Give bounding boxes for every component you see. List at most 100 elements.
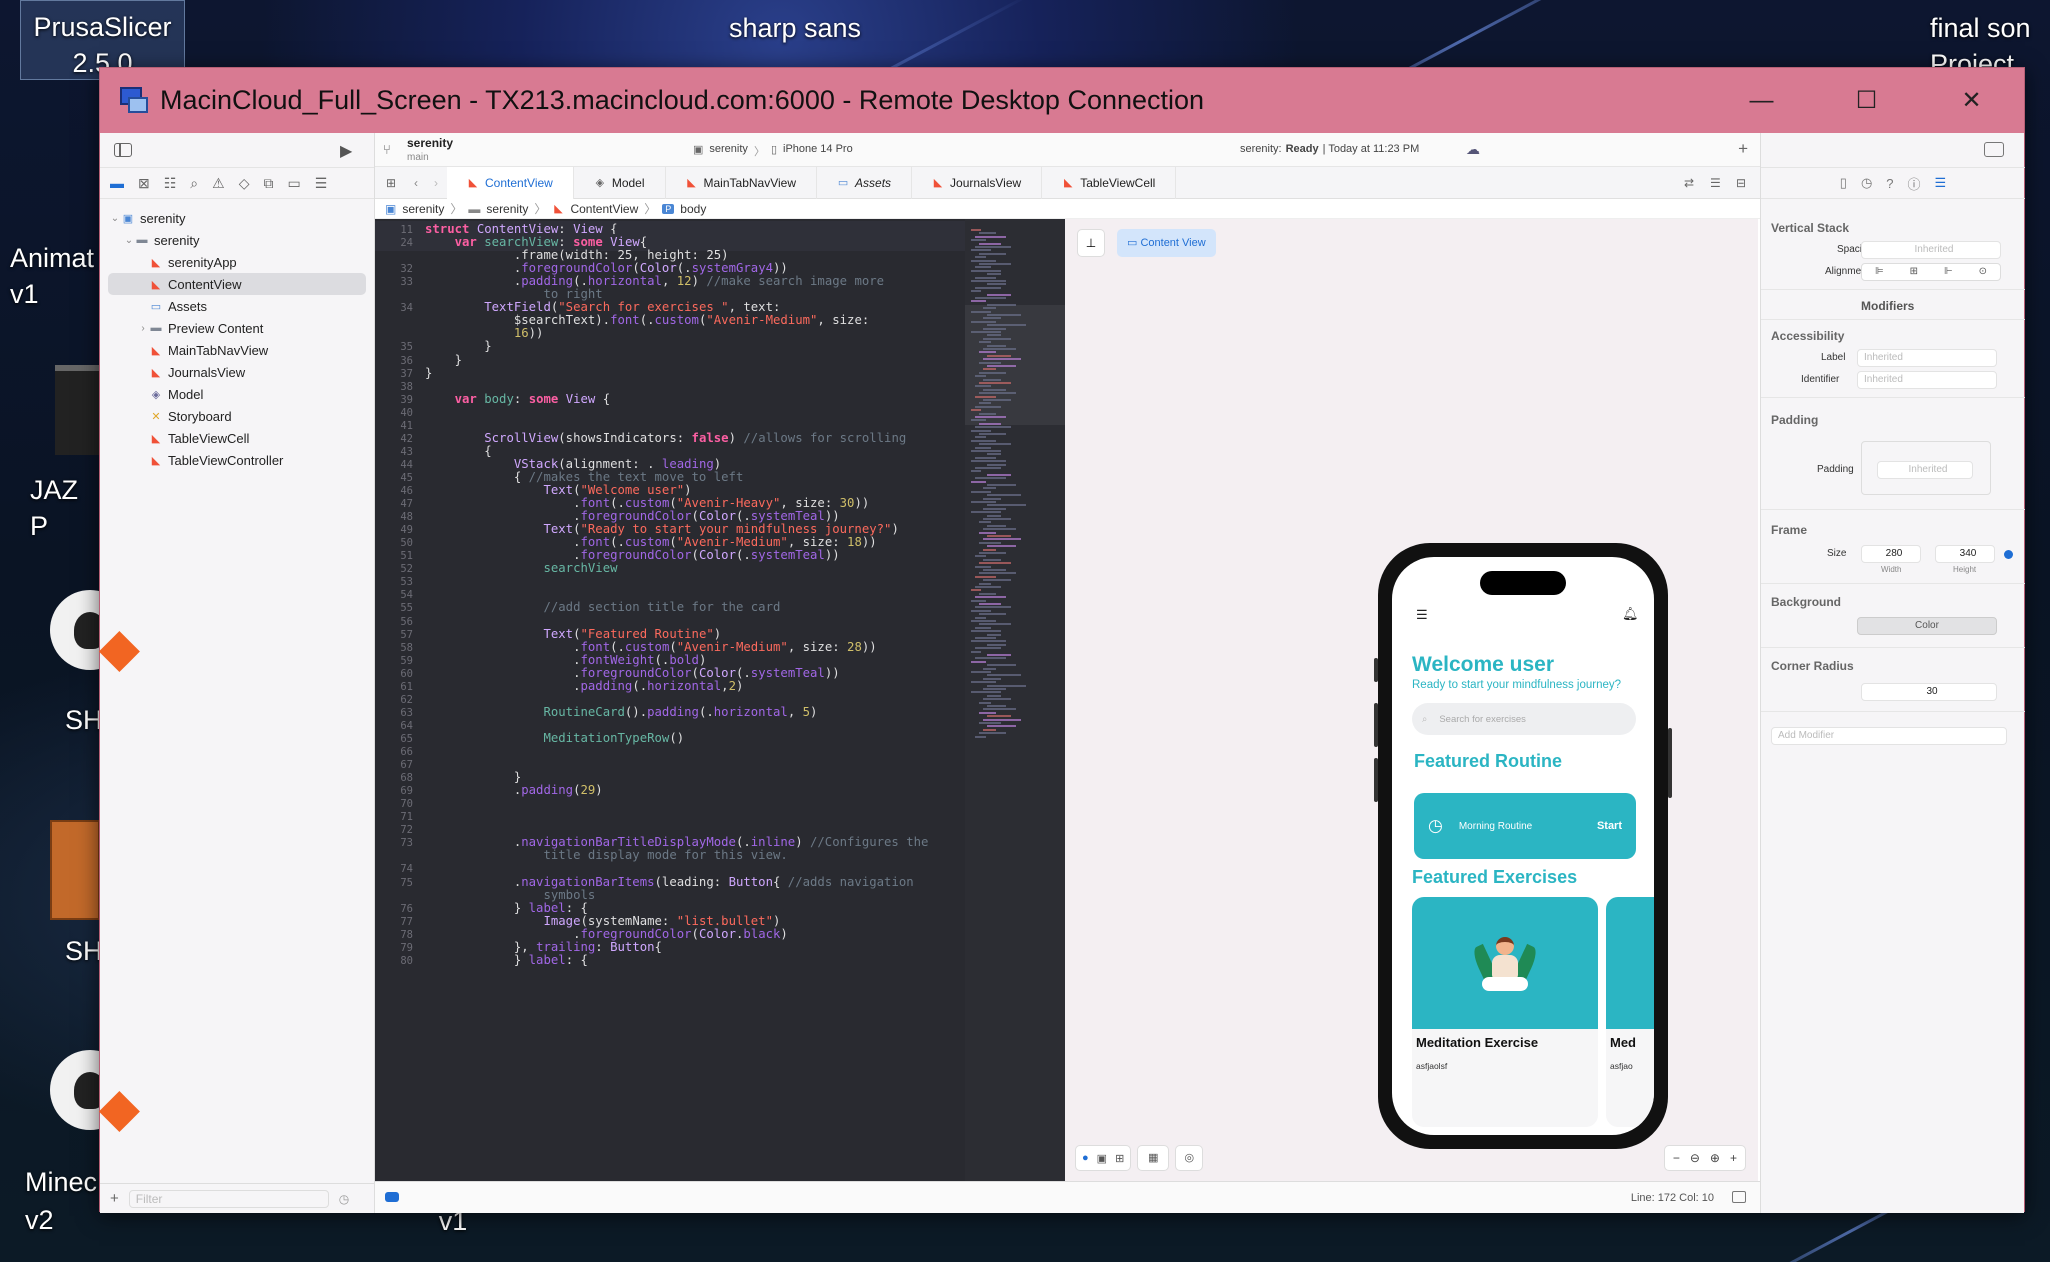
tab-journalsview[interactable]: ◣ JournalsView xyxy=(912,166,1043,199)
run-button[interactable]: ▶ xyxy=(340,141,352,161)
align-center-icon[interactable]: ⊞ xyxy=(1910,264,1918,280)
back-icon[interactable]: ‹ xyxy=(407,176,425,190)
folder-icon[interactable]: ▬ xyxy=(110,175,124,191)
search-field[interactable]: ⌕ Search for exercises xyxy=(1412,703,1636,735)
close-button[interactable]: ✕ xyxy=(1919,68,2024,133)
tests-icon[interactable]: ◇ xyxy=(239,175,250,192)
accessibility-inspector-icon[interactable]: ⓘ xyxy=(1908,174,1921,193)
device-settings-button[interactable]: ▦ xyxy=(1137,1145,1170,1171)
align-trailing-icon[interactable]: ⊩ xyxy=(1944,264,1953,280)
tab-tableviewcell[interactable]: ◣ TableViewCell xyxy=(1042,166,1177,199)
navigator-item[interactable]: ◣ JournalsView xyxy=(100,361,374,383)
breakpoints-icon[interactable]: ▭ xyxy=(287,175,300,192)
reports-icon[interactable]: ☰ xyxy=(315,175,328,192)
minimize-button[interactable]: — xyxy=(1709,68,1814,133)
settings-button[interactable]: ◎ xyxy=(1175,1145,1204,1171)
accessibility-label-field[interactable]: Inherited xyxy=(1857,349,1997,367)
pin-button[interactable]: ⊥ xyxy=(1077,229,1105,257)
navigator-item[interactable]: ◣ ContentView xyxy=(108,273,366,295)
navigator-item[interactable]: ✕ Storyboard xyxy=(100,405,374,427)
disclosure-chevron-icon[interactable]: ⌄ xyxy=(122,235,136,246)
zoom-out-icon[interactable]: − xyxy=(1673,1151,1680,1165)
code-editor[interactable]: 11 struct ContentView: View {24 var searc… xyxy=(375,219,1065,1181)
zoom-in-icon[interactable]: + xyxy=(1730,1151,1737,1165)
navigator-item[interactable]: ⌄ ▣ serenity xyxy=(100,207,374,229)
padding-field[interactable]: Inherited xyxy=(1877,461,1973,479)
routine-start-button[interactable]: Start xyxy=(1597,820,1622,832)
symbols-icon[interactable]: ☷ xyxy=(164,175,177,192)
minimap[interactable] xyxy=(965,219,1065,1181)
debug-icon[interactable]: ⧉ xyxy=(263,175,273,192)
desktop-icon-jaz[interactable]: JAZ P xyxy=(30,472,100,544)
maximize-button[interactable]: ☐ xyxy=(1814,68,1919,133)
exercise-card[interactable]: Med asfjao xyxy=(1606,897,1654,1127)
quick-help-icon[interactable]: ? xyxy=(1886,176,1893,191)
tab-maintabnavview[interactable]: ◣ MainTabNavView xyxy=(666,166,818,199)
window-titlebar[interactable]: MacinCloud_Full_Screen - TX213.macinclou… xyxy=(100,68,2024,133)
navigator-item[interactable]: ▭ Assets xyxy=(100,295,374,317)
spacing-field[interactable]: Inherited xyxy=(1861,241,2001,259)
width-field[interactable]: 280 xyxy=(1861,545,1921,563)
add-modifier-field[interactable]: Add Modifier xyxy=(1771,727,2007,745)
file-inspector-icon[interactable]: ▯ xyxy=(1840,175,1847,191)
navigator-item-label: TableViewCell xyxy=(168,430,250,446)
breadcrumb-item[interactable]: body xyxy=(680,202,706,216)
find-icon[interactable]: ⌕ xyxy=(190,175,198,192)
height-field[interactable]: 340 xyxy=(1935,545,1995,563)
recent-files-icon[interactable]: ◷ xyxy=(339,1192,349,1206)
zoom-actual-icon[interactable]: ⊕ xyxy=(1710,1151,1720,1165)
disclosure-chevron-icon[interactable]: › xyxy=(136,323,150,334)
issues-icon[interactable]: ⚠ xyxy=(212,175,225,192)
minimap-line xyxy=(975,446,991,449)
align-leading-icon[interactable]: ⊫ xyxy=(1875,264,1884,280)
tab-assets[interactable]: ▭ Assets xyxy=(817,166,913,199)
add-icon[interactable]: + xyxy=(110,1190,119,1207)
split-editor-icon[interactable]: ⊟ xyxy=(1736,176,1760,190)
routine-card[interactable]: ◷ Morning Routine Start xyxy=(1414,793,1636,859)
scheme-name[interactable]: serenity xyxy=(407,136,453,150)
disclosure-chevron-icon[interactable]: ⌄ xyxy=(108,213,122,224)
add-editor-icon[interactable]: + xyxy=(1738,139,1748,159)
navigator-item[interactable]: › ▬ Preview Content xyxy=(100,317,374,339)
history-inspector-icon[interactable]: ◷ xyxy=(1861,175,1872,191)
list-bullet-icon[interactable]: ☰ xyxy=(1416,607,1428,623)
grid-icon[interactable]: ⊞ xyxy=(375,176,407,190)
tab-model[interactable]: ◈ Model xyxy=(574,166,666,199)
filter-input[interactable]: Filter xyxy=(128,1189,329,1208)
navigator-item[interactable]: ◣ TableViewController xyxy=(100,449,374,471)
navigator-item[interactable]: ◣ MainTabNavView xyxy=(100,339,374,361)
bell-icon[interactable]: 🔔︎ xyxy=(1622,606,1639,622)
run-destination[interactable]: ▣ serenity 〉 ▯ iPhone 14 Pro xyxy=(693,143,853,159)
sidebar-toggle-icon[interactable] xyxy=(114,143,132,157)
preview-tab[interactable]: ▭ Content View xyxy=(1117,229,1216,257)
align-more-icon[interactable]: ⊙ xyxy=(1979,264,1987,280)
corner-radius-field[interactable]: 30 xyxy=(1861,683,1997,701)
zoom-fit-icon[interactable]: ⊖ xyxy=(1690,1151,1700,1165)
tab-contentview[interactable]: ◣ ContentView xyxy=(447,166,574,199)
panel-toggle-icon[interactable] xyxy=(1732,1191,1746,1203)
breadcrumb-item[interactable]: serenity xyxy=(486,202,528,216)
exercise-card[interactable]: Meditation Exercise asfjaolsf xyxy=(1412,897,1598,1127)
storyboard-icon: ✕ xyxy=(151,410,161,423)
refresh-icon[interactable]: ⇄ xyxy=(1684,176,1710,190)
navigator-item[interactable]: ⌄ ▬ serenity xyxy=(100,229,374,251)
live-preview-button[interactable]: ● ▣ ⊞ xyxy=(1075,1145,1132,1171)
source-control-icon[interactable]: ⊠ xyxy=(138,175,150,192)
debug-area-toggle[interactable] xyxy=(385,1192,399,1202)
code-line[interactable]: 80 } label: { xyxy=(375,952,965,969)
editor-options-icon[interactable]: ☰ xyxy=(1710,176,1736,190)
navigator-item[interactable]: ◣ TableViewCell xyxy=(100,427,374,449)
alignment-control[interactable]: ⊫ ⊞ ⊩ ⊙ xyxy=(1861,263,2001,281)
forward-icon[interactable]: › xyxy=(425,176,447,190)
desktop-icon-animat[interactable]: Animat v1 xyxy=(10,240,100,312)
background-color-button[interactable]: Color xyxy=(1857,617,1997,635)
inspector-toggle-icon[interactable] xyxy=(1984,142,2004,157)
attributes-inspector-icon[interactable]: ☰ xyxy=(1935,175,1947,191)
breadcrumb-item[interactable]: ContentView xyxy=(570,202,638,216)
desktop-icon-minec[interactable]: Minec v2 xyxy=(25,1163,105,1239)
desktop-icon-sharp-sans[interactable]: sharp sans xyxy=(715,10,875,46)
navigator-item[interactable]: ◈ Model xyxy=(100,383,374,405)
identifier-field[interactable]: Inherited xyxy=(1857,371,1997,389)
navigator-item[interactable]: ◣ serenityApp xyxy=(100,251,374,273)
breadcrumb-item[interactable]: serenity xyxy=(402,202,444,216)
